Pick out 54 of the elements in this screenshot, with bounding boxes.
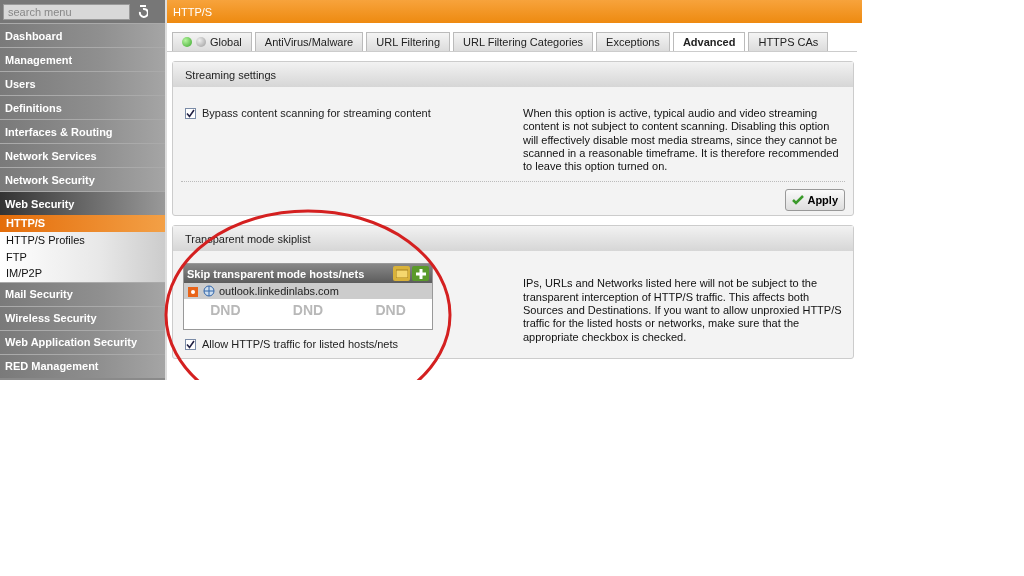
tab-label: Advanced [682,36,736,48]
globe-icon [203,285,215,298]
list-title: Skip transparent mode hosts/nets [187,268,365,280]
tab[interactable]: HTTPS CAs [748,32,829,51]
help-text: IPs, URLs and Networks listed here will not be subject to the transparent interception of HTTP/S traffic. This affects both Sources and Destinations. If you want to allow unproxied HTTP/S traffic for the listed hosts or networks, make sure that the appropriate checkbox is checked. [523,276,843,345]
menu-item[interactable]: Mail Security [0,281,165,306]
tab[interactable]: Global [172,32,252,51]
checkbox[interactable] [185,339,196,350]
tab-label: Exceptions [606,36,660,48]
apply-button[interactable]: Apply [785,189,845,212]
submenu-item[interactable]: FTP [0,248,165,266]
delete-icon[interactable] [187,285,199,298]
search-field[interactable]: search menu [3,3,130,20]
list-entry[interactable]: outlook.linkedinlabs.com [184,283,432,300]
tab-label: URL Filtering Categories [463,36,584,48]
panel-title: Streaming settings [173,62,853,87]
menu-item[interactable]: Definitions [0,95,165,119]
menu-item[interactable]: Network Services [0,143,165,167]
checkbox-label: Bypass content scanning for streaming content [202,107,431,119]
menu-item[interactable]: RED Management [0,353,165,378]
tab[interactable]: AntiVirus/Malware [254,32,364,51]
checkbox-row[interactable]: Bypass content scanning for streaming content [183,107,513,119]
tab-label: Global [210,36,242,48]
page-title: HTTP/S [167,0,862,23]
menu-item[interactable]: Web Application Security [0,329,165,354]
drop-hint: DND [375,302,406,321]
menu-item[interactable]: Network Security [0,167,165,191]
folder-icon[interactable] [393,266,410,282]
add-icon[interactable] [412,266,429,282]
tab-label: HTTPS CAs [758,36,819,48]
status-dot-icon [196,37,206,47]
menu-item[interactable]: Web Security [0,191,165,215]
submenu-item[interactable]: IM/P2P [0,265,165,282]
menu-item[interactable]: Dashboard [0,23,165,47]
drop-hint: DND [210,302,241,321]
submenu-item[interactable]: HTTP/S Profiles [0,231,165,249]
tab[interactable]: URL Filtering Categories [453,32,594,51]
tab-label: AntiVirus/Malware [264,36,354,48]
menu-item[interactable]: Wireless Security [0,305,165,330]
help-text: When this option is active, typical audio and video streaming content is not subject to content scanning. Disabling this option will effectively disable most media streams, since they cannot be scanned in a reasonable timeframe. It is therefore recommended to leave this option turned on. [523,107,840,174]
checkbox-row[interactable]: Allow HTTP/S traffic for listed hosts/nets [183,338,513,351]
checkbox[interactable] [185,107,196,119]
tab[interactable]: URL Filtering [366,32,451,51]
tab[interactable]: Exceptions [596,32,670,51]
menu-item[interactable]: Management [0,47,165,71]
tab-label: URL Filtering [376,36,441,48]
menu-item[interactable]: Users [0,71,165,95]
tab[interactable]: Advanced [672,32,746,51]
menu-item[interactable]: Interfaces & Routing [0,119,165,143]
refresh-icon[interactable] [138,5,148,18]
host-name: outlook.linkedinlabs.com [219,285,339,298]
checkmark-icon [792,195,805,206]
drop-hint: DND [292,302,324,321]
checkbox-label: Allow HTTP/S traffic for listed hosts/nets [202,338,399,351]
